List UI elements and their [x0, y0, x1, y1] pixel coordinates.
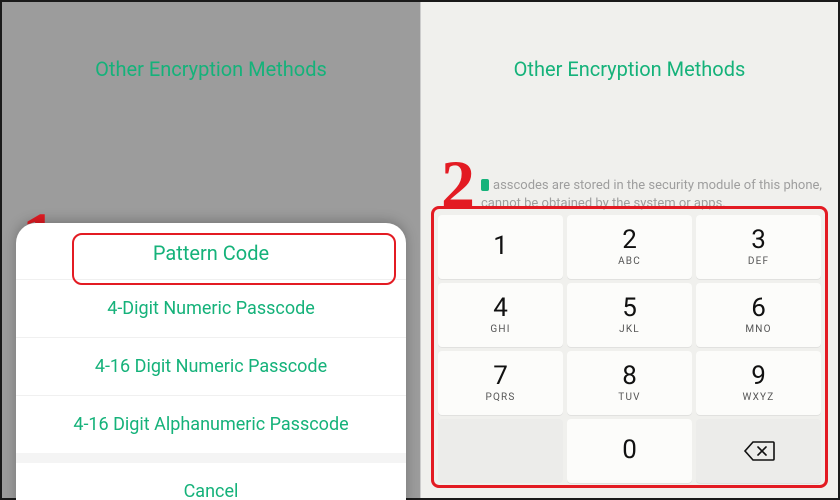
- key-0[interactable]: 0: [567, 419, 692, 483]
- option-4-16-digit-numeric[interactable]: 4-16 Digit Numeric Passcode: [16, 337, 406, 395]
- key-digit: 8: [622, 363, 637, 389]
- action-sheet: Pattern Code 4-Digit Numeric Passcode 4-…: [16, 223, 406, 500]
- backspace-icon: [743, 441, 775, 461]
- sheet-header: Pattern Code: [16, 223, 406, 279]
- key-digit: 2: [622, 227, 637, 253]
- key-digit: 0: [622, 437, 637, 463]
- screen-2: Other Encryption Methods 2 asscodes are …: [420, 2, 838, 498]
- key-digit: 1: [493, 233, 508, 259]
- key-letters: MNO: [745, 324, 771, 335]
- page-title: Other Encryption Methods: [514, 57, 746, 81]
- title-area: Other Encryption Methods: [2, 2, 420, 81]
- key-letters: DEF: [748, 256, 769, 267]
- key-digit: 3: [751, 227, 766, 253]
- key-letters: PQRS: [485, 392, 515, 403]
- key-letters: GHI: [490, 324, 510, 335]
- numeric-keypad: 1 2 ABC 3 DEF 4 GHI 5 JKL 6 MNO: [434, 215, 825, 483]
- key-2[interactable]: 2 ABC: [567, 215, 692, 279]
- key-digit: 7: [493, 363, 508, 389]
- keypad-highlight: 1 2 ABC 3 DEF 4 GHI 5 JKL 6 MNO: [431, 206, 828, 488]
- key-5[interactable]: 5 JKL: [567, 283, 692, 347]
- key-8[interactable]: 8 TUV: [567, 351, 692, 415]
- key-digit: 9: [751, 363, 766, 389]
- page-title: Other Encryption Methods: [95, 57, 327, 81]
- key-1[interactable]: 1: [438, 215, 563, 279]
- key-6[interactable]: 6 MNO: [696, 283, 821, 347]
- key-digit: 5: [622, 295, 637, 321]
- key-letters: ABC: [618, 256, 641, 267]
- key-3[interactable]: 3 DEF: [696, 215, 821, 279]
- option-4-16-digit-alphanumeric[interactable]: 4-16 Digit Alphanumeric Passcode: [16, 395, 406, 453]
- key-4[interactable]: 4 GHI: [438, 283, 563, 347]
- key-digit: 6: [751, 295, 766, 321]
- key-7[interactable]: 7 PQRS: [438, 351, 563, 415]
- option-4-digit-numeric[interactable]: 4-Digit Numeric Passcode: [16, 279, 406, 337]
- key-letters: WXYZ: [743, 392, 775, 403]
- cancel-button[interactable]: Cancel: [16, 453, 406, 500]
- title-area: Other Encryption Methods: [421, 2, 838, 81]
- key-blank: [438, 419, 563, 483]
- screen-1: Other Encryption Methods 1 Pattern Code …: [2, 2, 420, 498]
- key-letters: TUV: [618, 392, 640, 403]
- key-backspace[interactable]: [696, 419, 821, 483]
- key-9[interactable]: 9 WXYZ: [696, 351, 821, 415]
- key-digit: 4: [493, 295, 508, 321]
- key-letters: JKL: [619, 324, 640, 335]
